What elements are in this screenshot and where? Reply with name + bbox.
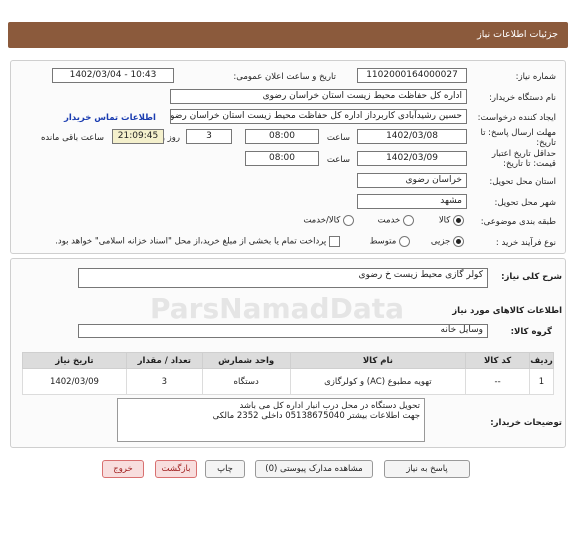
radio-icon[interactable] xyxy=(399,236,410,247)
checkbox-icon[interactable] xyxy=(329,236,340,247)
process-option-medium[interactable]: متوسط xyxy=(370,236,410,247)
validity-date-field: 1402/03/09 xyxy=(357,151,467,166)
reply-button[interactable]: پاسخ به نیاز xyxy=(384,460,470,478)
remaining-label: ساعت باقی مانده xyxy=(40,133,104,143)
category-option-service[interactable]: خدمت xyxy=(378,215,414,226)
process-option-minor[interactable]: جزیی xyxy=(431,236,464,247)
table-row: 1 -- تهویه مطبوع (AC) و کولرگازی دستگاه … xyxy=(22,368,554,395)
attachments-button[interactable]: مشاهده مدارک پیوستی (0) xyxy=(255,460,373,478)
col-unit-header: واحد شمارش xyxy=(201,352,291,369)
goods-group-label: گروه کالا: xyxy=(510,327,552,337)
city-label: شهر محل تحویل: xyxy=(494,198,556,208)
deadline-label: مهلت ارسال پاسخ: تا تاریخ: xyxy=(480,128,556,148)
process-minor-label: جزیی xyxy=(430,236,451,247)
days-field: 3 xyxy=(186,129,232,144)
announce-label: تاریخ و ساعت اعلان عمومی: xyxy=(233,72,336,82)
row-unit-cell: دستگاه xyxy=(201,368,291,395)
category-goods-label: کالا xyxy=(438,215,451,226)
creator-label: ایجاد کننده درخواست: xyxy=(477,113,556,123)
goods-table-header: ردیف کد کالا نام کالا واحد شمارش تعداد /… xyxy=(22,352,554,369)
radio-selected-icon[interactable] xyxy=(453,236,464,247)
page-title: جزئیات اطلاعات نیاز xyxy=(477,29,558,40)
print-button[interactable]: چاپ xyxy=(205,460,245,478)
col-row-header: ردیف xyxy=(529,352,554,369)
category-label: طبقه بندی موضوعی: xyxy=(480,217,556,227)
deadline-time-field: 08:00 xyxy=(245,129,319,144)
buyer-notes-label: توضیحات خریدار: xyxy=(490,418,562,428)
row-code-cell: -- xyxy=(465,368,531,395)
row-number-cell: 1 xyxy=(529,368,554,395)
col-code-header: کد کالا xyxy=(465,352,531,369)
city-field: مشهد xyxy=(357,194,467,209)
back-button[interactable]: بازگشت xyxy=(155,460,197,478)
province-field: خراسان رضوی xyxy=(357,173,467,188)
buyer-contact-link[interactable]: اطلاعات تماس خریدار xyxy=(64,113,156,123)
deadline-time-label: ساعت xyxy=(326,133,350,143)
validity-time-label: ساعت xyxy=(326,155,350,165)
row-date-cell: 1402/03/09 xyxy=(22,368,127,395)
need-number-field: 1102000164000027 xyxy=(357,68,467,83)
col-date-header: تاریخ نیاز xyxy=(22,352,127,369)
buyer-org-field: اداره کل حفاظت محیط زیست استان خراسان رض… xyxy=(170,89,467,104)
validity-time-field: 08:00 xyxy=(245,151,319,166)
payment-treasury-option[interactable]: پرداخت تمام یا بخشی از مبلغ خرید،از محل … xyxy=(55,236,340,247)
goods-table: ردیف کد کالا نام کالا واحد شمارش تعداد /… xyxy=(22,352,554,395)
remaining-time-field: 21:09:45 xyxy=(112,129,164,144)
col-name-header: نام کالا xyxy=(289,352,467,369)
province-label: استان محل تحویل: xyxy=(489,177,556,187)
need-number-label: شماره نیاز: xyxy=(515,72,556,82)
row-name-cell: تهویه مطبوع (AC) و کولرگازی xyxy=(289,368,467,395)
radio-selected-icon[interactable] xyxy=(453,215,464,226)
payment-note: پرداخت تمام یا بخشی از مبلغ خرید،از محل … xyxy=(55,236,327,247)
radio-icon[interactable] xyxy=(343,215,354,226)
category-option-goods-service[interactable]: کالا/خدمت xyxy=(303,215,354,226)
process-label: نوع فرآیند خرید : xyxy=(495,238,556,248)
buyer-notes-line-2: جهت اطلاعات بیشتر 05138675040 داخلی 2352… xyxy=(212,411,420,421)
row-qty-cell: 3 xyxy=(125,368,203,395)
summary-label: شرح کلی نیاز: xyxy=(501,272,562,282)
buyer-org-label: نام دستگاه خریدار: xyxy=(489,93,556,103)
category-option-goods[interactable]: کالا xyxy=(439,215,464,226)
goods-info-title: اطلاعات کالاهای مورد نیاز xyxy=(452,306,562,316)
goods-group-field: وسایل خانه xyxy=(78,324,488,338)
process-medium-label: متوسط xyxy=(369,236,397,247)
summary-field: کولر گازی محیط زیست خ رضوی xyxy=(78,268,488,288)
radio-icon[interactable] xyxy=(403,215,414,226)
announce-field: 1402/03/04 - 10:43 xyxy=(52,68,174,83)
col-qty-header: تعداد / مقدار xyxy=(125,352,203,369)
exit-button[interactable]: خروج xyxy=(102,460,144,478)
creator-field: حسین رشیدآبادی کاربرداز اداره کل حفاظت م… xyxy=(170,109,467,124)
buyer-notes-box: تحویل دستگاه در محل درب انبار اداره کل م… xyxy=(117,398,425,442)
validity-label: حداقل تاریخ اعتبار قیمت: تا تاریخ: xyxy=(491,149,556,169)
category-service-label: خدمت xyxy=(377,215,401,226)
buyer-notes-line-1: تحویل دستگاه در محل درب انبار اداره کل م… xyxy=(239,401,420,411)
deadline-date-field: 1402/03/08 xyxy=(357,129,467,144)
page-header: جزئیات اطلاعات نیاز xyxy=(8,22,568,48)
category-goods-service-label: کالا/خدمت xyxy=(303,215,341,226)
